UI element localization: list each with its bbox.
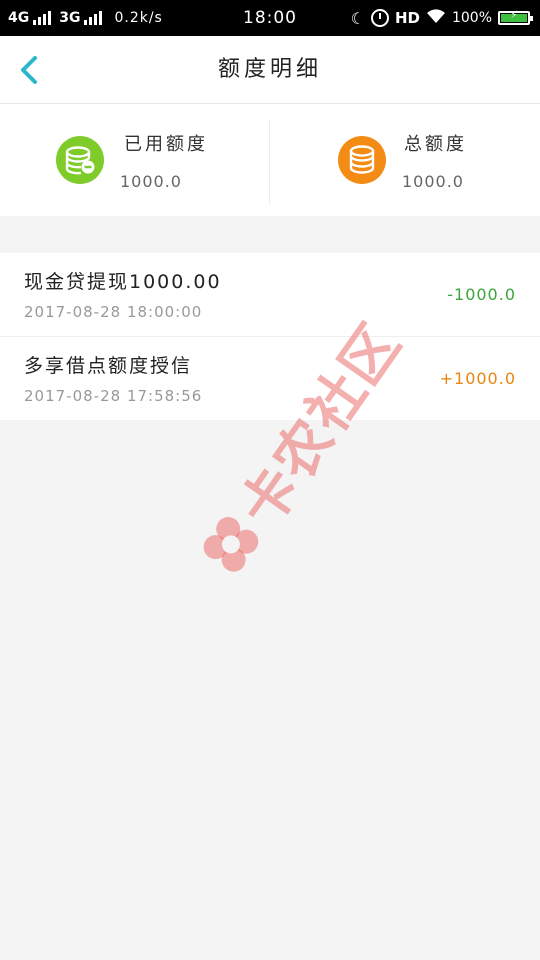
record-title: 现金贷提现1000.00	[24, 271, 222, 293]
used-credit-value: 1000.0	[120, 172, 182, 191]
alarm-icon	[370, 9, 389, 27]
nav-bar: 额度明细	[0, 36, 540, 104]
battery-percent: 100%	[451, 10, 492, 26]
status-right: ☾ HD 100% ⚡	[350, 0, 533, 36]
moon-icon: ☾	[350, 8, 365, 28]
record-row[interactable]: 现金贷提现1000.00 2017-08-28 18:00:00 -1000.0	[0, 253, 540, 337]
record-row[interactable]: 多享借点额度授信 2017-08-28 17:58:56 +1000.0	[0, 337, 540, 420]
record-list: 现金贷提现1000.00 2017-08-28 18:00:00 -1000.0…	[0, 253, 540, 420]
total-credit-value: 1000.0	[402, 172, 464, 191]
wifi-icon	[426, 8, 446, 28]
status-bar: 4G 3G 0.2k/s 18:00 ☾ HD 100% ⚡	[0, 0, 540, 36]
used-coins-icon	[56, 136, 104, 184]
watermark-logo-icon	[193, 507, 268, 582]
record-amount: -1000.0	[447, 285, 516, 304]
page-title: 额度明细	[217, 57, 322, 82]
hd-label: HD	[394, 9, 420, 27]
battery-icon: ⚡	[498, 10, 533, 25]
total-credit: 总额度 1000.0	[270, 104, 540, 216]
record-time: 2017-08-28 17:58:56	[24, 387, 203, 405]
credit-summary: 已用额度 1000.0 总额度 1000.0	[0, 104, 540, 216]
total-credit-label: 总额度	[404, 134, 467, 155]
used-credit-label: 已用额度	[124, 134, 208, 155]
record-time: 2017-08-28 18:00:00	[24, 303, 203, 321]
record-amount: +1000.0	[439, 369, 516, 388]
record-title: 多享借点额度授信	[24, 355, 193, 377]
total-coins-icon	[338, 136, 386, 184]
used-credit: 已用额度 1000.0	[0, 104, 270, 216]
